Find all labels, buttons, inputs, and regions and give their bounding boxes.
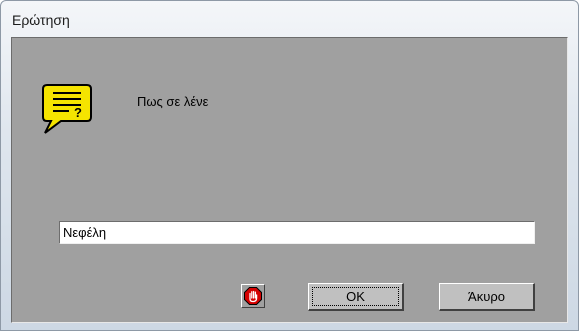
- prompt-label: Πως σε λένε: [137, 94, 209, 109]
- focus-rect: [312, 287, 399, 306]
- title-bar[interactable]: Ερώτηση: [1, 1, 578, 33]
- dialog-window: Ερώτηση ? Πως σε λένε OK: [0, 0, 579, 331]
- dialog-client-area: ? Πως σε λένε OK Άκυρο: [11, 37, 568, 323]
- question-speech-bubble-icon: ?: [39, 81, 95, 135]
- window-title: Ερώτηση: [12, 12, 70, 28]
- cancel-button[interactable]: Άκυρο: [439, 283, 535, 311]
- answer-input[interactable]: [59, 221, 535, 244]
- svg-text:?: ?: [74, 105, 82, 120]
- stop-button[interactable]: [241, 284, 265, 308]
- ok-button[interactable]: OK: [308, 283, 404, 311]
- stop-hand-icon: [244, 287, 262, 305]
- cancel-button-label: Άκυρο: [468, 289, 505, 304]
